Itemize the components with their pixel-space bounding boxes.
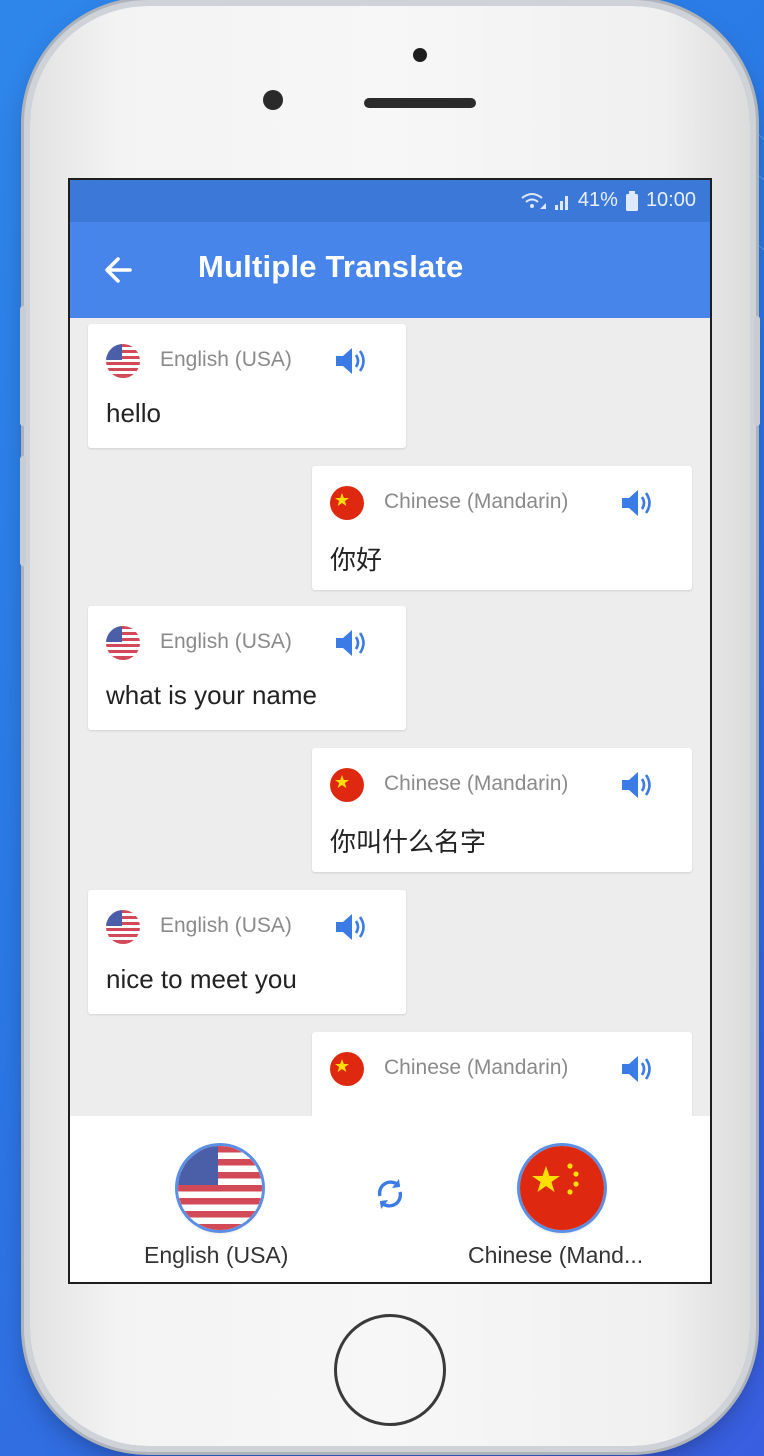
china-flag-icon	[330, 486, 364, 520]
status-bar: 41% 10:00	[70, 180, 710, 222]
message-text: what is your name	[106, 680, 317, 710]
back-arrow-icon[interactable]	[100, 250, 140, 290]
speaker-icon[interactable]	[332, 626, 372, 660]
speaker-icon[interactable]	[332, 344, 372, 378]
front-camera	[263, 90, 283, 110]
message-bubble-source: English (USA) nice to meet you	[88, 890, 406, 1014]
clock: 10:00	[645, 189, 696, 211]
china-flag-icon	[330, 768, 364, 802]
source-language-label[interactable]: English (USA)	[144, 1242, 288, 1269]
swap-icon[interactable]	[370, 1174, 410, 1214]
home-button[interactable]	[334, 1314, 446, 1426]
wifi-icon	[521, 192, 546, 209]
battery-percent: 41%	[577, 189, 618, 211]
message-bubble-source: English (USA) hello	[88, 324, 406, 448]
message-text: 你叫什么名字	[330, 827, 487, 857]
speaker-icon[interactable]	[618, 1052, 658, 1086]
message-language: English (USA)	[160, 348, 292, 371]
message-language: Chinese (Mandarin)	[384, 772, 569, 795]
battery-icon	[625, 190, 638, 211]
language-selector-bar: English (USA) Chinese (Mand...	[70, 1116, 710, 1282]
message-bubble-translation: Chinese (Mandarin) 你好	[312, 466, 692, 590]
power-button	[754, 316, 760, 426]
app-screen: 41% 10:00 Multiple Translate English (US…	[68, 178, 712, 1284]
signal-icon	[554, 195, 568, 210]
china-flag-icon	[520, 1146, 604, 1230]
speaker-icon[interactable]	[618, 486, 658, 520]
volume-up-button	[20, 306, 26, 426]
usa-flag-icon	[178, 1146, 262, 1230]
proximity-sensor	[413, 48, 427, 62]
message-language: Chinese (Mandarin)	[384, 490, 569, 513]
message-bubble-source: English (USA) what is your name	[88, 606, 406, 730]
china-flag-icon	[330, 1052, 364, 1086]
message-language: English (USA)	[160, 914, 292, 937]
message-text: hello	[106, 398, 161, 428]
message-text: nice to meet you	[106, 964, 297, 994]
app-bar: Multiple Translate	[70, 222, 710, 318]
message-language: Chinese (Mandarin)	[384, 1056, 569, 1079]
speaker-icon[interactable]	[618, 768, 658, 802]
volume-down-button	[20, 456, 26, 566]
usa-flag-icon	[106, 344, 140, 378]
usa-flag-icon	[106, 910, 140, 944]
earpiece	[364, 98, 476, 108]
page-title: Multiple Translate	[198, 249, 464, 284]
target-language-label[interactable]: Chinese (Mand...	[468, 1242, 643, 1269]
usa-flag-icon	[106, 626, 140, 660]
target-language-flag[interactable]	[520, 1146, 604, 1230]
message-bubble-translation: Chinese (Mandarin) 你叫什么名字	[312, 748, 692, 872]
message-language: English (USA)	[160, 630, 292, 653]
speaker-icon[interactable]	[332, 910, 372, 944]
source-language-flag[interactable]	[178, 1146, 262, 1230]
message-text: 你好	[330, 545, 383, 575]
